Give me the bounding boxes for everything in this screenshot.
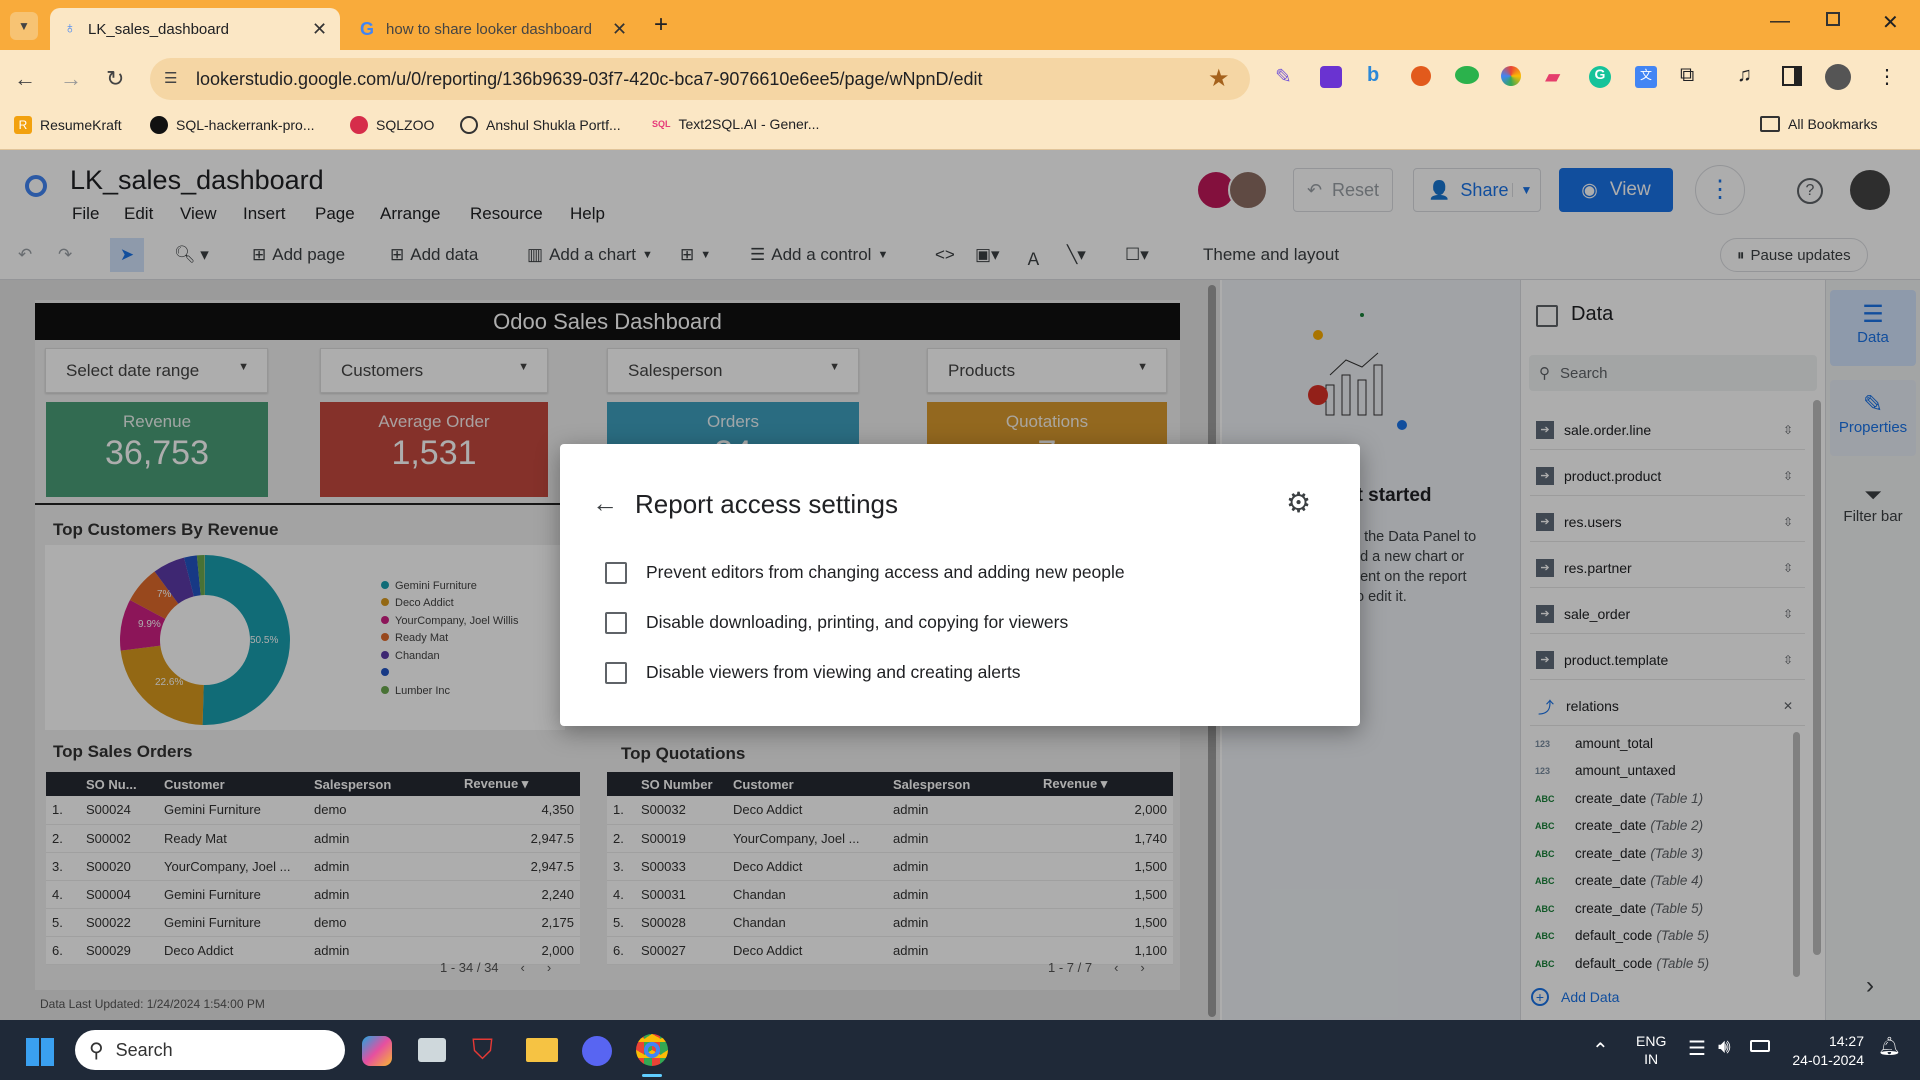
all-bookmarks-label: All Bookmarks [1788, 116, 1878, 132]
mcafee-icon[interactable]: ⛉ [472, 1034, 493, 1067]
extension-icon[interactable] [1501, 66, 1521, 86]
looker-favicon-icon: ♁ [64, 20, 76, 37]
media-icon[interactable]: ♫ [1737, 64, 1752, 87]
github-icon [150, 116, 168, 134]
back-arrow-icon[interactable]: ← [592, 488, 618, 519]
side-panel-icon[interactable] [1782, 66, 1802, 86]
sqlzoo-icon [350, 116, 368, 134]
extension-icon[interactable] [1455, 66, 1479, 84]
address-bar[interactable]: ☰ lookerstudio.google.com/u/0/reporting/… [150, 58, 1250, 100]
translate-icon[interactable]: 文 [1635, 66, 1657, 88]
bookmark-label: Anshul Shukla Portf... [486, 117, 621, 133]
bookmark-sql-hackerrank[interactable]: SQL-hackerrank-pro... [150, 116, 315, 134]
language-indicator[interactable]: ENG IN [1636, 1032, 1666, 1068]
bookmark-text2sql[interactable]: SQL Text2SQL.AI - Gener... [652, 116, 819, 132]
extension-icon[interactable] [1411, 66, 1431, 86]
forward-icon[interactable]: → [60, 66, 82, 92]
chrome-taskbar-icon[interactable] [636, 1034, 668, 1066]
extension-icon[interactable]: ▰ [1545, 64, 1560, 89]
date-label: 24-01-2024 [1792, 1052, 1864, 1068]
close-window-icon[interactable]: ✕ [1882, 10, 1899, 35]
grammarly-icon[interactable]: G [1589, 66, 1611, 88]
windows-start-icon[interactable] [26, 1038, 54, 1066]
bookmark-label: ResumeKraft [40, 117, 122, 133]
copilot-icon[interactable] [362, 1036, 392, 1066]
extensions-puzzle-icon[interactable]: ⧉ [1680, 64, 1694, 87]
settings-gear-icon[interactable]: ⚙ [1286, 486, 1311, 519]
report-access-dialog: ← Report access settings ⚙ Prevent edito… [560, 444, 1360, 726]
bookmark-sqlzoo[interactable]: SQLZOO [350, 116, 434, 134]
volume-icon[interactable]: 🔊︎ [1718, 1036, 1731, 1059]
tab-title: LK_sales_dashboard [88, 20, 229, 38]
restore-icon[interactable] [1826, 12, 1840, 26]
bookmark-extension-icon[interactable] [1320, 66, 1342, 88]
text2sql-icon: SQL [652, 119, 671, 129]
option-label: Prevent editors from changing access and… [646, 562, 1125, 582]
option-label: Disable viewers from viewing and creatin… [646, 662, 1021, 682]
globe-icon [460, 116, 478, 134]
reload-icon[interactable]: ↻ [106, 66, 124, 92]
all-bookmarks[interactable]: All Bookmarks [1760, 116, 1877, 132]
url-text: lookerstudio.google.com/u/0/reporting/13… [196, 69, 983, 89]
profile-avatar[interactable] [1825, 64, 1851, 90]
show-hidden-icons[interactable]: ⌃ [1592, 1038, 1609, 1063]
prevent-editors-checkbox[interactable] [605, 562, 627, 584]
close-tab-icon[interactable]: ✕ [312, 19, 327, 40]
clock[interactable]: 14:27 24-01-2024 [1784, 1032, 1864, 1070]
bookmark-resumekraft[interactable]: R ResumeKraft [14, 116, 122, 134]
option-label: Disable downloading, printing, and copyi… [646, 612, 1069, 632]
search-icon: ⚲ [89, 1039, 104, 1062]
region-label: IN [1644, 1051, 1659, 1067]
tab-how-to-share[interactable]: G how to share looker dashboard ✕ [350, 8, 640, 50]
extensions-bar: ✎ b ▰ G 文 ⧉ ♫ ⋮ [1275, 64, 1915, 94]
active-app-indicator [642, 1074, 662, 1077]
bookmark-label: Text2SQL.AI - Gener... [678, 116, 820, 132]
wifi-icon[interactable]: ☰ [1688, 1036, 1706, 1061]
file-explorer-icon[interactable] [526, 1038, 558, 1062]
discord-icon[interactable] [582, 1036, 612, 1066]
folder-icon [1760, 116, 1780, 132]
new-tab-icon[interactable]: + [654, 11, 668, 39]
minimize-icon[interactable]: — [1770, 10, 1790, 33]
bookmark-label: SQLZOO [376, 117, 435, 133]
taskbar-search-box[interactable]: ⚲ Search [75, 1030, 345, 1070]
bookmark-label: SQL-hackerrank-pro... [176, 117, 315, 133]
task-view-icon[interactable] [418, 1038, 446, 1062]
notification-bell-icon[interactable]: 🔔︎ [1878, 1036, 1901, 1057]
battery-icon[interactable] [1750, 1040, 1770, 1052]
resumekraft-icon: R [14, 116, 32, 134]
tab-search-icon[interactable]: ▼ [10, 12, 38, 40]
dialog-title: Report access settings [635, 489, 899, 519]
back-icon[interactable]: ← [14, 66, 36, 92]
bing-extension-icon[interactable]: b [1367, 64, 1379, 87]
google-favicon-icon: G [360, 18, 375, 39]
chrome-menu-icon[interactable]: ⋮ [1877, 64, 1897, 89]
bookmark-star-icon[interactable]: ★ [1208, 64, 1230, 93]
disable-alerts-checkbox[interactable] [605, 662, 627, 684]
language-label: ENG [1636, 1033, 1667, 1049]
search-placeholder: Search [115, 1039, 173, 1060]
tab-title: how to share looker dashboard [386, 20, 592, 38]
close-tab-icon[interactable]: ✕ [612, 19, 627, 40]
site-info-icon[interactable]: ☰ [164, 69, 177, 87]
browser-tab-bar: ▼ ♁ LK_sales_dashboard ✕ G how to share … [0, 0, 1920, 50]
disable-downloading-checkbox[interactable] [605, 612, 627, 634]
bookmark-portfolio[interactable]: Anshul Shukla Portf... [460, 116, 621, 134]
time-label: 14:27 [1828, 1033, 1864, 1049]
pen-extension-icon[interactable]: ✎ [1275, 64, 1292, 89]
tab-lk-sales[interactable]: ♁ LK_sales_dashboard ✕ [50, 8, 340, 50]
